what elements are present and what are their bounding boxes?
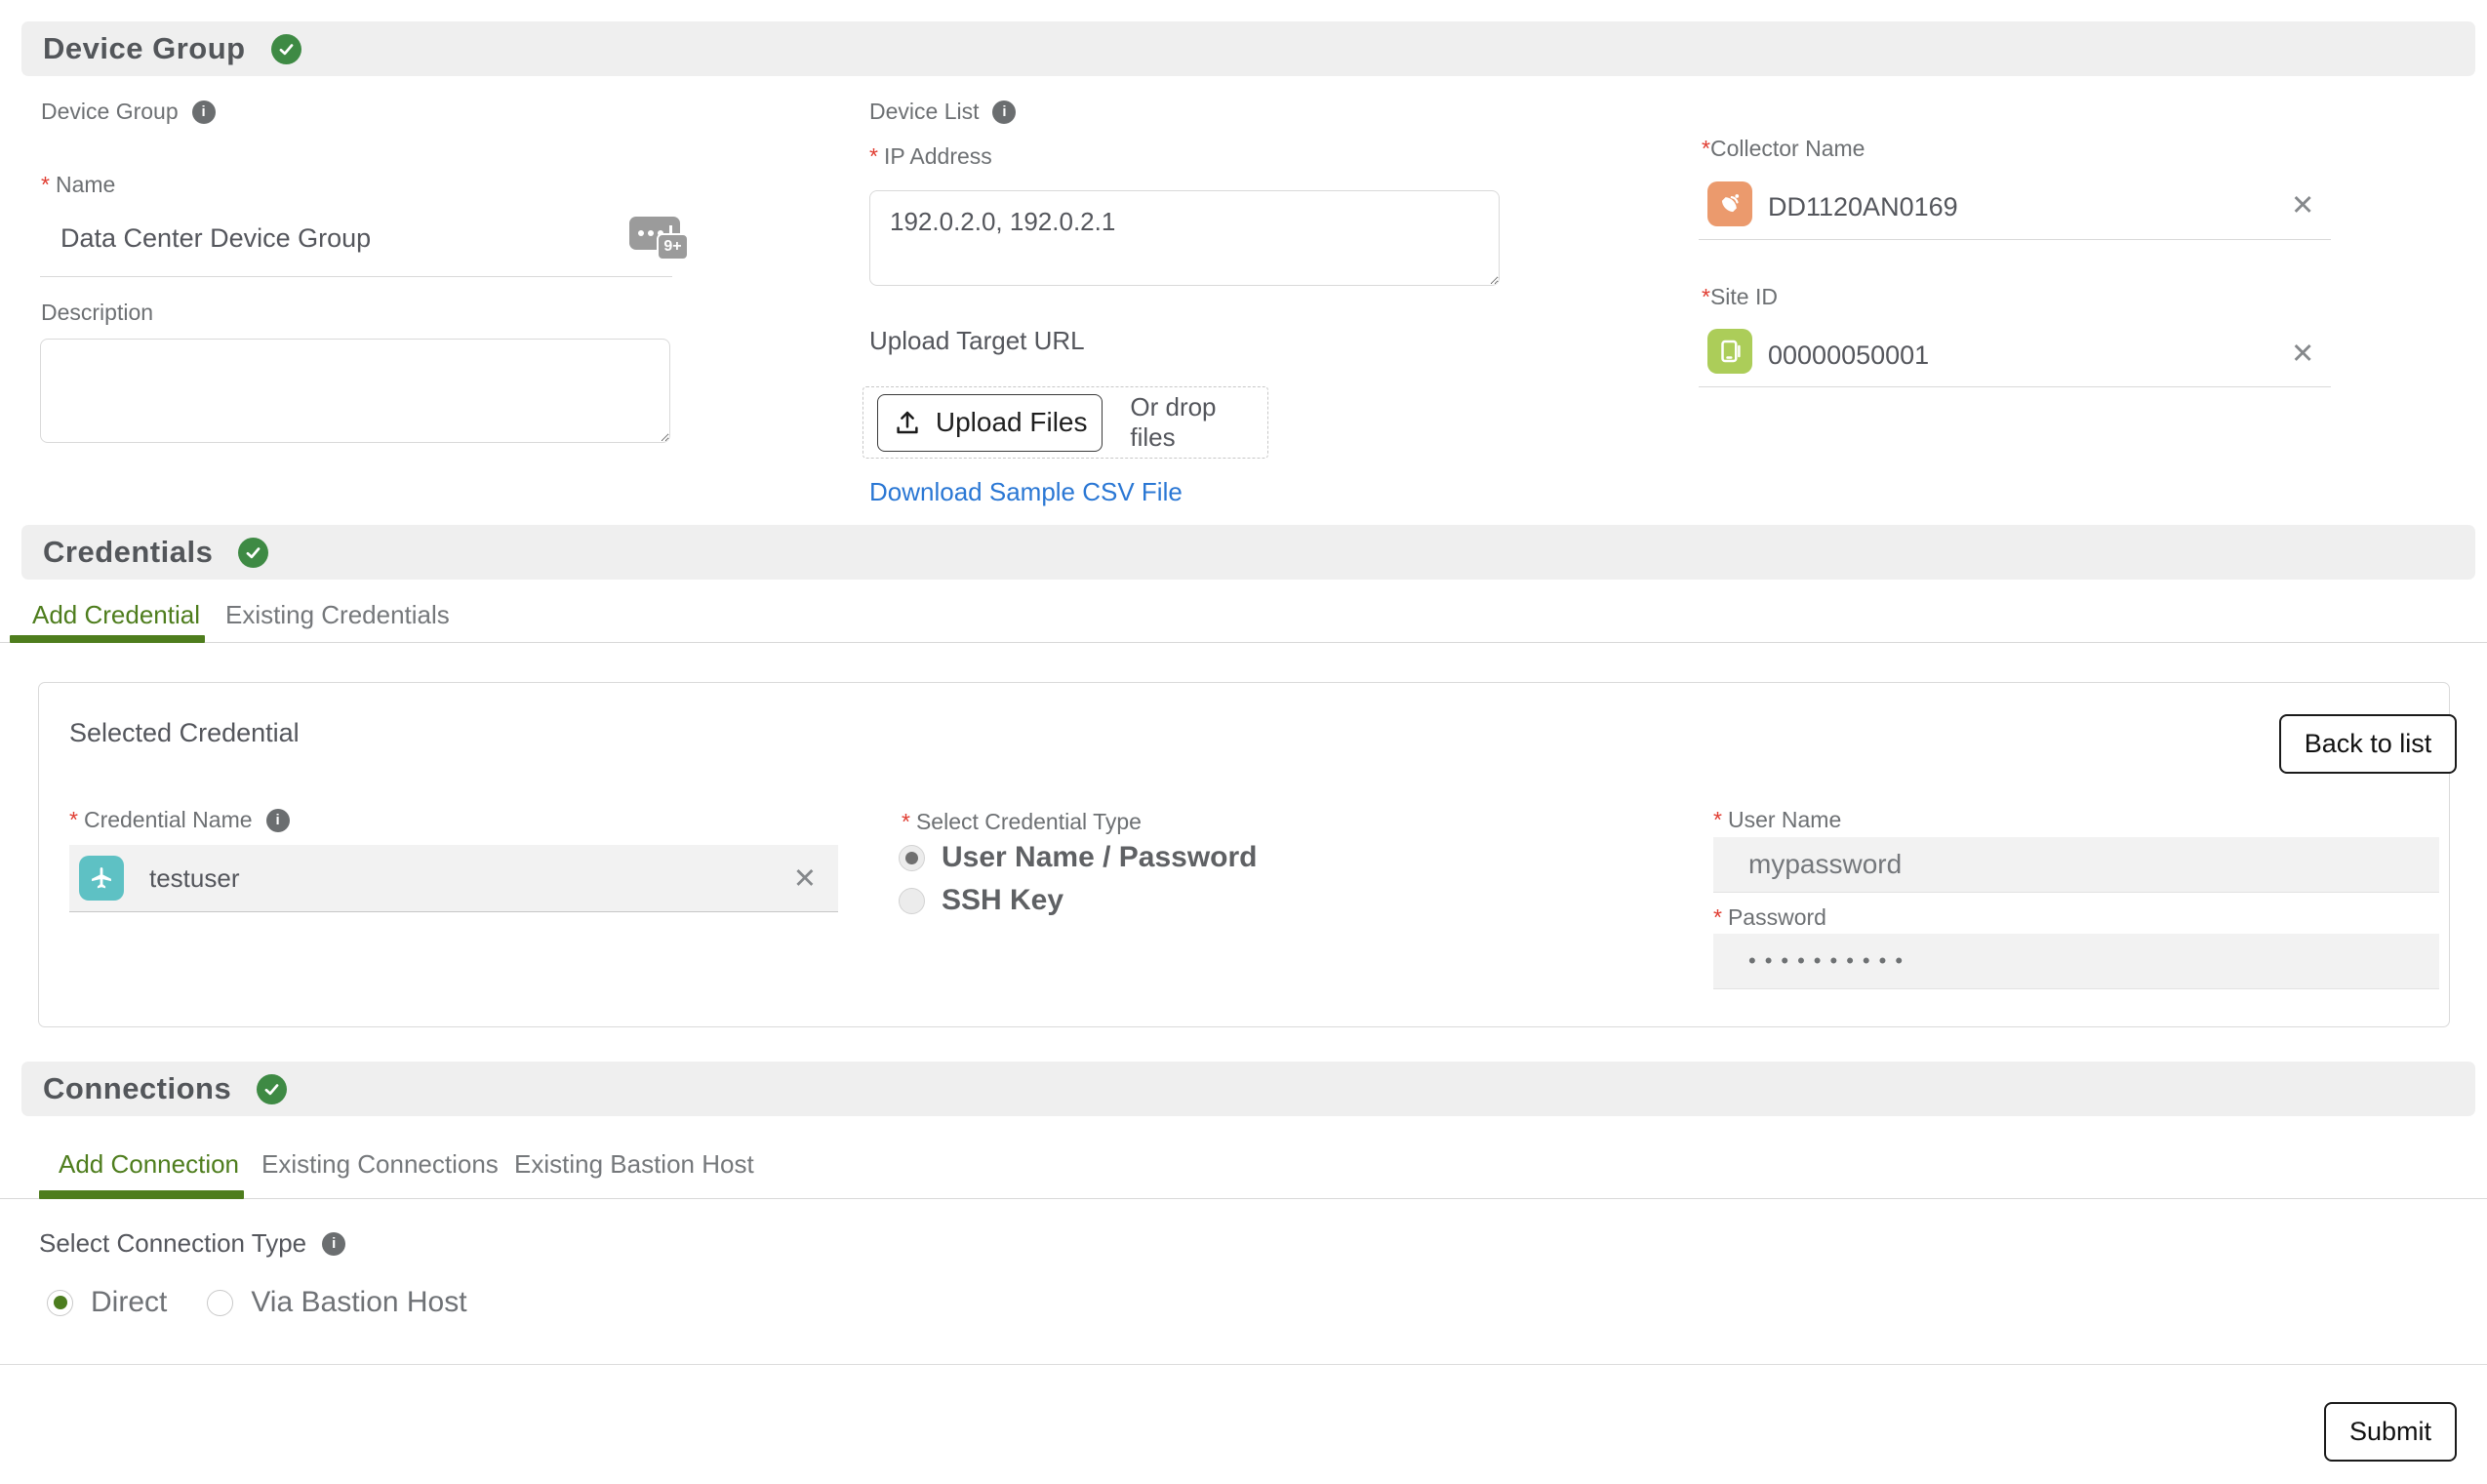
file-dropzone[interactable]: Upload Files Or drop files bbox=[862, 386, 1268, 459]
credential-name-value: testuser bbox=[149, 863, 240, 894]
username-password-radio-label[interactable]: User Name / Password bbox=[942, 841, 1257, 874]
upload-target-url-label-text: Upload Target URL bbox=[869, 326, 1085, 356]
connections-tabs-divider bbox=[0, 1198, 2487, 1199]
download-sample-csv-link[interactable]: Download Sample CSV File bbox=[869, 477, 1183, 507]
connection-type-info-icon[interactable]: i bbox=[322, 1232, 345, 1256]
tab-add-connection[interactable]: Add Connection bbox=[59, 1149, 239, 1180]
description-field-label: Description bbox=[41, 300, 153, 326]
credential-name-pill: testuser ✕ bbox=[69, 845, 838, 912]
required-asterisk: * bbox=[41, 172, 50, 197]
device-group-complete-check-icon bbox=[271, 34, 301, 64]
footer-divider bbox=[0, 1364, 2487, 1365]
site-id-field-label: *Site ID bbox=[1702, 284, 1778, 310]
credentials-section-header: Credentials bbox=[21, 525, 2475, 580]
connection-type-label-text: Select Connection Type bbox=[39, 1228, 306, 1259]
name-field-label: *Name bbox=[41, 172, 115, 198]
selected-credential-label: Selected Credential bbox=[69, 718, 300, 748]
tab-existing-credentials[interactable]: Existing Credentials bbox=[225, 600, 450, 630]
submit-button[interactable]: Submit bbox=[2324, 1402, 2457, 1462]
direct-radio-label[interactable]: Direct bbox=[91, 1286, 167, 1319]
device-group-section-header: Device Group bbox=[21, 21, 2475, 76]
collector-remove-icon[interactable]: ✕ bbox=[2291, 188, 2314, 222]
device-group-field-label: Device Group i bbox=[41, 99, 216, 125]
via-bastion-host-radio-label[interactable]: Via Bastion Host bbox=[251, 1286, 466, 1319]
radio-row-username-password: User Name / Password bbox=[899, 841, 1257, 874]
connections-complete-check-icon bbox=[257, 1074, 287, 1104]
connections-section-title: Connections bbox=[43, 1071, 231, 1106]
upload-icon bbox=[893, 408, 922, 437]
autofill-count-badge: 9+ bbox=[657, 233, 689, 261]
username-password-radio[interactable] bbox=[899, 845, 925, 871]
site-icon bbox=[1707, 329, 1752, 374]
user-name-field-label: *User Name bbox=[1713, 807, 1841, 833]
device-list-field-label: Device List i bbox=[869, 99, 1016, 125]
collector-name-label-text: Collector Name bbox=[1710, 136, 1865, 161]
direct-radio[interactable] bbox=[47, 1290, 73, 1316]
required-asterisk: * bbox=[902, 809, 910, 834]
credential-remove-icon[interactable]: ✕ bbox=[793, 862, 817, 896]
radio-row-ssh-key: SSH Key bbox=[899, 884, 1063, 917]
tab-add-connection-active-indicator bbox=[39, 1190, 244, 1199]
upload-files-button-label: Upload Files bbox=[936, 407, 1088, 438]
required-asterisk: * bbox=[1713, 904, 1722, 930]
user-name-input[interactable]: mypassword bbox=[1713, 837, 2439, 893]
credential-type-label-text: Select Credential Type bbox=[916, 809, 1142, 834]
device-group-section-title: Device Group bbox=[43, 31, 246, 66]
credential-icon bbox=[79, 856, 124, 901]
name-label-text: Name bbox=[56, 172, 115, 197]
connection-type-radio-group: Direct Via Bastion Host bbox=[47, 1286, 467, 1319]
credential-type-field-label: *Select Credential Type bbox=[902, 809, 1142, 835]
required-asterisk: * bbox=[69, 807, 78, 832]
tab-existing-bastion-host[interactable]: Existing Bastion Host bbox=[514, 1149, 754, 1180]
site-id-label-text: Site ID bbox=[1710, 284, 1778, 309]
name-input[interactable]: Data Center Device Group bbox=[60, 223, 371, 254]
browser-autofill-icon[interactable]: 9+ bbox=[629, 217, 690, 265]
connections-section-header: Connections bbox=[21, 1062, 2475, 1116]
description-label-text: Description bbox=[41, 300, 153, 326]
required-asterisk: * bbox=[869, 143, 878, 169]
tab-existing-connections[interactable]: Existing Connections bbox=[261, 1149, 499, 1180]
tab-add-credential[interactable]: Add Credential bbox=[32, 600, 200, 630]
site-id-value: 00000050001 bbox=[1768, 341, 1929, 371]
device-list-label-text: Device List bbox=[869, 99, 979, 125]
ip-address-textarea[interactable]: 192.0.2.0, 192.0.2.1 bbox=[869, 190, 1500, 286]
ip-address-field-label: *IP Address bbox=[869, 143, 992, 170]
credentials-complete-check-icon bbox=[238, 538, 268, 568]
credential-name-label-text: Credential Name bbox=[84, 807, 253, 832]
site-underline bbox=[1699, 386, 2331, 387]
ssh-key-radio[interactable] bbox=[899, 888, 925, 914]
ip-address-label-text: IP Address bbox=[884, 143, 992, 169]
device-group-label-text: Device Group bbox=[41, 99, 179, 125]
password-label-text: Password bbox=[1728, 904, 1826, 930]
collector-icon bbox=[1707, 181, 1752, 226]
device-group-form-page: Device Group Device Group i *Name Data C… bbox=[0, 0, 2487, 1484]
upload-files-button[interactable]: Upload Files bbox=[877, 394, 1103, 452]
device-group-info-icon[interactable]: i bbox=[192, 100, 216, 124]
password-field-label: *Password bbox=[1713, 904, 1826, 931]
collector-name-field-label: *Collector Name bbox=[1702, 136, 1865, 162]
connection-type-field-label: Select Connection Type i bbox=[39, 1228, 345, 1259]
ssh-key-radio-label[interactable]: SSH Key bbox=[942, 884, 1063, 917]
description-textarea[interactable] bbox=[40, 339, 670, 443]
required-asterisk: * bbox=[1713, 807, 1722, 832]
required-asterisk: * bbox=[1702, 136, 1710, 161]
via-bastion-host-radio[interactable] bbox=[207, 1290, 233, 1316]
user-name-label-text: User Name bbox=[1728, 807, 1841, 832]
selected-credential-card: Selected Credential Back to list *Creden… bbox=[38, 682, 2450, 1027]
name-input-underline bbox=[40, 276, 672, 277]
credential-name-info-icon[interactable]: i bbox=[266, 809, 290, 832]
collector-name-value: DD1120AN0169 bbox=[1768, 192, 1958, 222]
device-list-info-icon[interactable]: i bbox=[992, 100, 1016, 124]
required-asterisk: * bbox=[1702, 284, 1710, 309]
site-remove-icon[interactable]: ✕ bbox=[2291, 337, 2314, 371]
password-input[interactable]: •••••••••• bbox=[1713, 934, 2439, 989]
upload-target-url-label: Upload Target URL bbox=[869, 326, 1085, 356]
credentials-section-title: Credentials bbox=[43, 535, 213, 570]
back-to-list-button[interactable]: Back to list bbox=[2279, 714, 2457, 774]
collector-underline bbox=[1699, 239, 2331, 240]
credential-name-field-label: *Credential Name i bbox=[69, 807, 290, 833]
credentials-tabs-divider bbox=[0, 642, 2487, 643]
or-drop-files-text: Or drop files bbox=[1130, 392, 1267, 453]
tab-add-credential-active-indicator bbox=[10, 635, 205, 643]
